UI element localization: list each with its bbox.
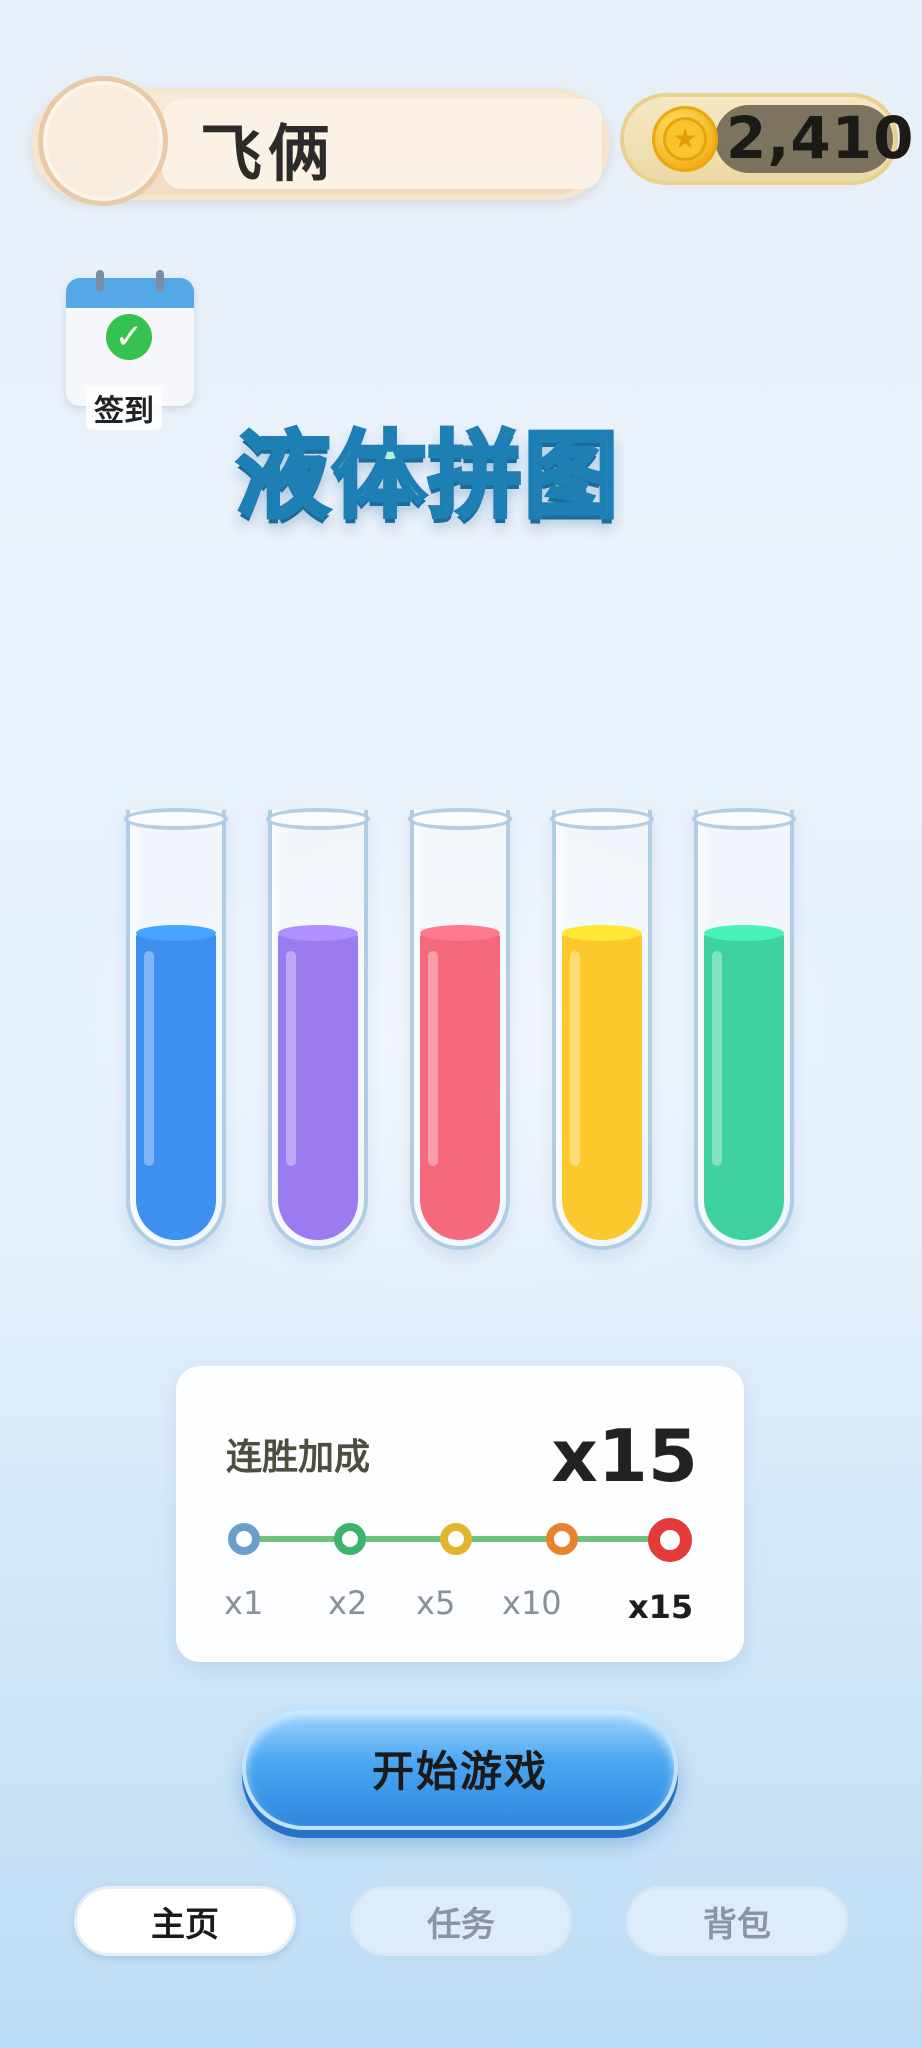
game-title-char: 液 [234, 420, 333, 533]
tube-rim [550, 808, 654, 830]
tab-bag-label: 背包 [703, 1904, 771, 1945]
streak-step-label: x15 [628, 1588, 694, 1626]
game-title-char: 图 [522, 420, 621, 533]
test-tube[interactable] [126, 810, 226, 1250]
game-title: 液体拼图 [234, 400, 621, 536]
streak-step-label: x1 [224, 1584, 264, 1622]
coin-icon: ★ [652, 106, 718, 172]
start-game-button[interactable]: 开始游戏 [242, 1706, 678, 1830]
test-tube[interactable] [694, 810, 794, 1250]
streak-step-label: x10 [502, 1584, 562, 1622]
calendar-ring-icon [96, 270, 104, 292]
tab-bag[interactable]: 背包 [626, 1886, 848, 1956]
tab-tasks-label: 任务 [427, 1904, 495, 1945]
tube-liquid [278, 933, 358, 1240]
calendar-header [66, 278, 194, 308]
test-tube[interactable] [410, 810, 510, 1250]
test-tube[interactable] [268, 810, 368, 1250]
avatar[interactable] [38, 76, 168, 206]
streak-panel: 连胜加成 x15 x1 x2 x5 x10 x15 [176, 1366, 744, 1662]
test-tube[interactable] [552, 810, 652, 1250]
tube-liquid [136, 933, 216, 1240]
streak-node [228, 1523, 260, 1555]
username: 飞俩 [200, 117, 337, 190]
streak-step-label: x2 [328, 1584, 368, 1622]
tab-tasks[interactable]: 任务 [350, 1886, 572, 1956]
game-title-char: 拼 [426, 420, 525, 533]
checkmark-icon: ✓ [106, 314, 152, 360]
tube-rim [692, 808, 796, 830]
coin-amount: 2,410 [726, 104, 915, 172]
streak-node [648, 1518, 692, 1562]
tube-rim [124, 808, 228, 830]
game-title-char: 体 [330, 420, 429, 533]
streak-node [440, 1523, 472, 1555]
streak-step-label: x5 [416, 1584, 456, 1622]
streak-multiplier: x15 [551, 1414, 698, 1498]
streak-node [334, 1523, 366, 1555]
tube-liquid [420, 933, 500, 1240]
tube-rim [408, 808, 512, 830]
tube-liquid [704, 933, 784, 1240]
checkin-label: 签到 [86, 386, 162, 430]
tab-home[interactable]: 主页 [74, 1886, 296, 1956]
tab-home-label: 主页 [151, 1904, 219, 1945]
calendar-ring-icon [156, 270, 164, 292]
tube-rim [266, 808, 370, 830]
streak-node [546, 1523, 578, 1555]
streak-label: 连胜加成 [226, 1437, 371, 1478]
tube-liquid [562, 933, 642, 1240]
start-game-label: 开始游戏 [371, 1746, 548, 1796]
